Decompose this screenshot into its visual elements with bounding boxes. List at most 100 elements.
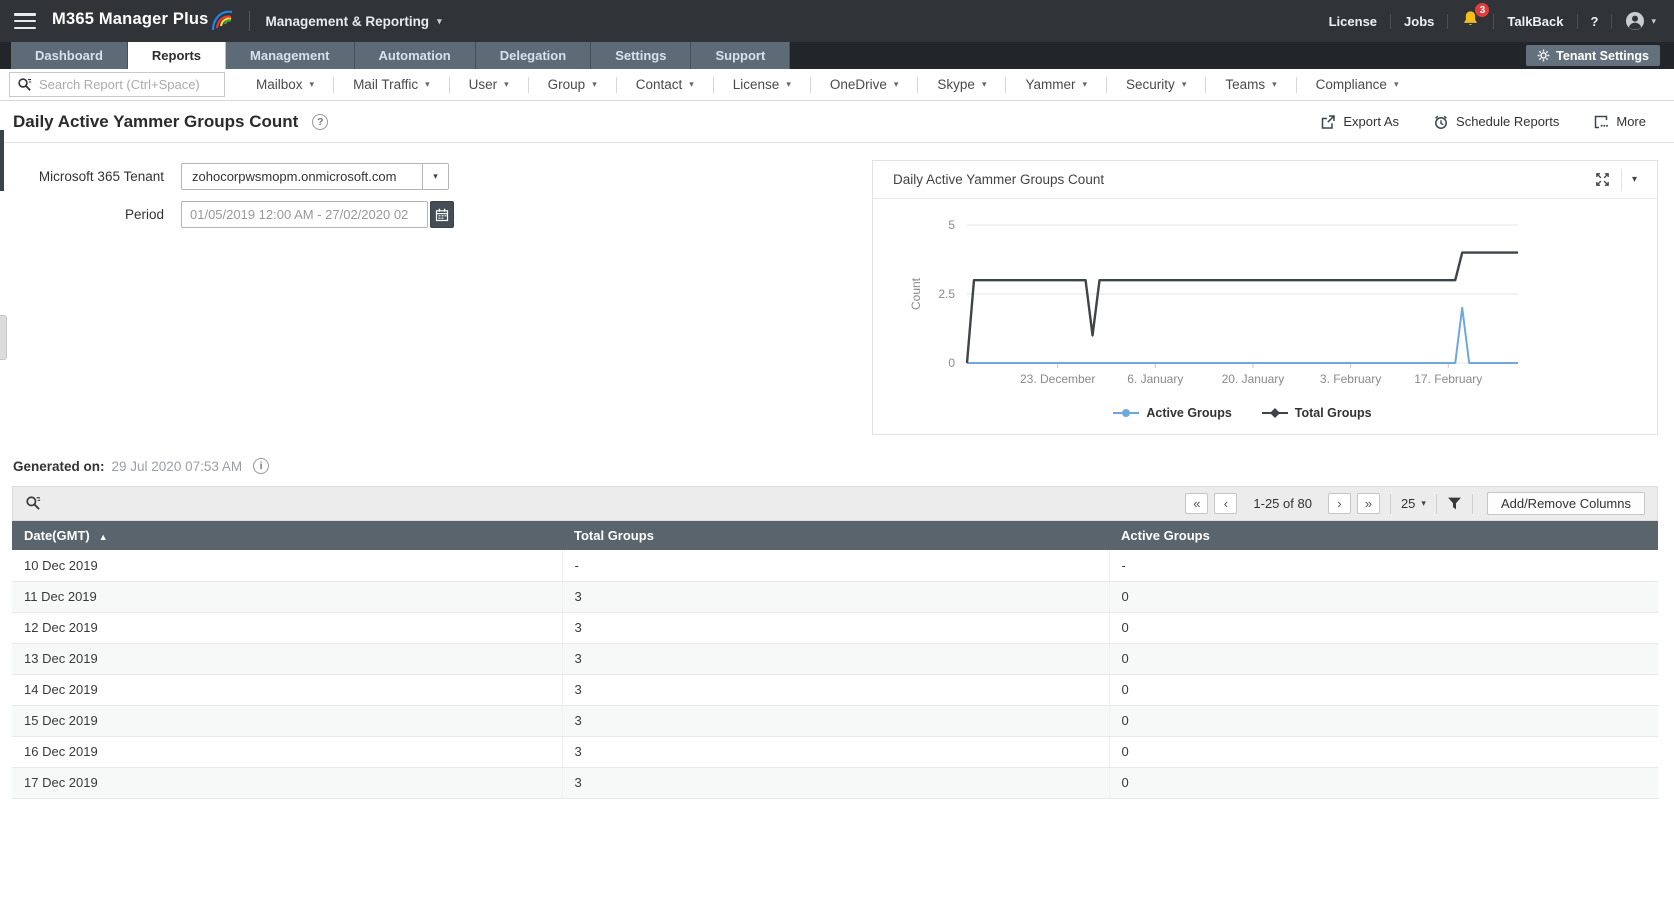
- table-cell: 16 Dec 2019: [12, 736, 563, 768]
- svg-text:6. January: 6. January: [1127, 372, 1183, 386]
- schedule-reports-button[interactable]: Schedule Reports: [1433, 114, 1559, 130]
- category-user[interactable]: User ▾: [450, 77, 528, 92]
- context-switcher[interactable]: Management & Reporting ▾: [266, 14, 442, 29]
- first-page-button[interactable]: «: [1185, 493, 1209, 514]
- calendar-button[interactable]: [430, 201, 454, 228]
- column-header-active-groups[interactable]: Active Groups: [1109, 521, 1658, 550]
- table-cell: 3: [562, 612, 1110, 644]
- column-header-total-groups[interactable]: Total Groups: [562, 521, 1109, 550]
- help-icon[interactable]: ?: [312, 113, 329, 130]
- panel-scrollbar-thumb[interactable]: [0, 315, 7, 360]
- context-label: Management & Reporting: [265, 13, 430, 29]
- export-as-button[interactable]: Export As: [1320, 114, 1399, 130]
- table-cell: 0: [1109, 674, 1658, 706]
- help-link[interactable]: ?: [1578, 14, 1612, 29]
- more-label: More: [1616, 114, 1646, 129]
- category-compliance[interactable]: Compliance ▾: [1297, 77, 1418, 92]
- more-button[interactable]: More: [1593, 114, 1646, 130]
- svg-text:3. February: 3. February: [1320, 372, 1381, 386]
- category-yammer[interactable]: Yammer ▾: [1006, 77, 1106, 92]
- tab-delegation[interactable]: Delegation: [475, 42, 592, 69]
- table-row[interactable]: 13 Dec 2019 3 0: [12, 643, 1658, 675]
- expand-chart-button[interactable]: [1594, 171, 1611, 188]
- legend-item-active-groups[interactable]: Active Groups: [1113, 406, 1232, 420]
- legend-label: Total Groups: [1294, 406, 1372, 420]
- report-table: Date(GMT) ▲ Total Groups Active Groups 10…: [12, 521, 1658, 799]
- filter-button[interactable]: [1447, 496, 1462, 511]
- svg-text:23. December: 23. December: [1020, 372, 1095, 386]
- table-row[interactable]: 14 Dec 2019 3 0: [12, 674, 1658, 706]
- prev-page-button[interactable]: ‹: [1214, 493, 1238, 514]
- page-title: Daily Active Yammer Groups Count: [13, 111, 299, 131]
- next-page-button[interactable]: ›: [1327, 493, 1351, 514]
- notifications-button[interactable]: 3: [1448, 3, 1493, 32]
- notification-badge: 3: [1475, 3, 1490, 17]
- search-input[interactable]: [39, 77, 217, 92]
- jobs-link[interactable]: Jobs: [1391, 14, 1447, 29]
- table-cell: 0: [1109, 705, 1658, 737]
- chart-legend: Active Groups Total Groups: [967, 406, 1518, 420]
- add-remove-columns-button[interactable]: Add/Remove Columns: [1486, 492, 1645, 515]
- table-search-icon[interactable]: [25, 495, 42, 512]
- category-license[interactable]: License ▾: [714, 77, 810, 92]
- chevron-down-icon[interactable]: ▾: [422, 164, 448, 189]
- table-cell: 10 Dec 2019: [12, 550, 563, 582]
- tab-reports[interactable]: Reports: [127, 42, 227, 69]
- table-cell: -: [562, 550, 1110, 582]
- license-link[interactable]: License: [1316, 14, 1390, 29]
- svg-text:2.5: 2.5: [938, 287, 955, 301]
- table-cell: 0: [1109, 767, 1658, 799]
- category-onedrive[interactable]: OneDrive ▾: [811, 77, 918, 92]
- last-page-button[interactable]: »: [1356, 493, 1380, 514]
- menu-icon[interactable]: [14, 13, 36, 29]
- table-cell: 3: [562, 674, 1110, 706]
- logo-swoosh-icon: [211, 10, 232, 31]
- export-as-label: Export As: [1343, 114, 1400, 129]
- period-input[interactable]: [181, 201, 428, 228]
- topbar: M365 Manager Plus Management & Reporting…: [0, 0, 1674, 42]
- svg-text:17. February: 17. February: [1414, 372, 1482, 386]
- legend-item-total-groups[interactable]: Total Groups: [1261, 406, 1372, 420]
- talkback-link[interactable]: TalkBack: [1494, 14, 1576, 29]
- chart-card-header: Daily Active Yammer Groups Count ▾: [873, 161, 1657, 199]
- account-menu[interactable]: ▾: [1612, 10, 1660, 32]
- tab-automation[interactable]: Automation: [354, 42, 476, 69]
- schedule-reports-label: Schedule Reports: [1456, 114, 1560, 129]
- category-mailbox[interactable]: Mailbox ▾: [237, 77, 333, 92]
- table-row[interactable]: 11 Dec 2019 3 0: [12, 581, 1658, 613]
- collapsed-panel-handle[interactable]: [0, 130, 4, 191]
- column-header-date[interactable]: Date(GMT) ▲: [12, 521, 562, 550]
- table-row[interactable]: 17 Dec 2019 3 0: [12, 767, 1658, 799]
- category-contact[interactable]: Contact ▾: [617, 77, 713, 92]
- table-cell: 0: [1109, 736, 1658, 768]
- chevron-down-icon: ▾: [437, 15, 442, 26]
- tenant-settings-button[interactable]: Tenant Settings: [1526, 45, 1660, 66]
- category-skype[interactable]: Skype ▾: [918, 77, 1005, 92]
- table-row[interactable]: 12 Dec 2019 3 0: [12, 612, 1658, 644]
- table-row[interactable]: 15 Dec 2019 3 0: [12, 705, 1658, 737]
- report-search[interactable]: [9, 72, 225, 97]
- chevron-down-icon: ▾: [425, 79, 430, 89]
- chevron-down-icon: ▾: [504, 79, 509, 89]
- line-chart: 0 2.5 5 23. December 6. January 20. January 3.…: [909, 218, 1518, 386]
- chart-menu-button[interactable]: ▾: [1632, 174, 1637, 185]
- chevron-down-icon: ▾: [1181, 79, 1187, 89]
- table-row[interactable]: 16 Dec 2019 3 0: [12, 736, 1658, 768]
- tab-settings[interactable]: Settings: [591, 42, 692, 69]
- pagination: « ‹ 1-25 of 80 › »: [1185, 493, 1380, 514]
- table-cell: 17 Dec 2019: [12, 767, 563, 799]
- tab-management[interactable]: Management: [226, 42, 355, 69]
- category-security[interactable]: Security ▾: [1107, 77, 1205, 92]
- table-cell: 15 Dec 2019: [12, 705, 563, 737]
- tab-support[interactable]: Support: [691, 42, 791, 69]
- tenant-select[interactable]: zohocorpwsmopm.onmicrosoft.com ▾: [181, 163, 449, 190]
- page-size-select[interactable]: 25 ▾: [1401, 496, 1426, 511]
- info-icon[interactable]: i: [253, 458, 270, 474]
- category-group[interactable]: Group ▾: [529, 77, 616, 92]
- page-header: Daily Active Yammer Groups Count ? Expor…: [0, 101, 1674, 143]
- category-mail-traffic[interactable]: Mail Traffic ▾: [334, 77, 449, 92]
- app-name: M365 Manager Plus: [52, 10, 209, 28]
- category-teams[interactable]: Teams ▾: [1206, 77, 1295, 92]
- tab-dashboard[interactable]: Dashboard: [11, 42, 128, 69]
- table-row[interactable]: 10 Dec 2019- -: [12, 550, 1658, 582]
